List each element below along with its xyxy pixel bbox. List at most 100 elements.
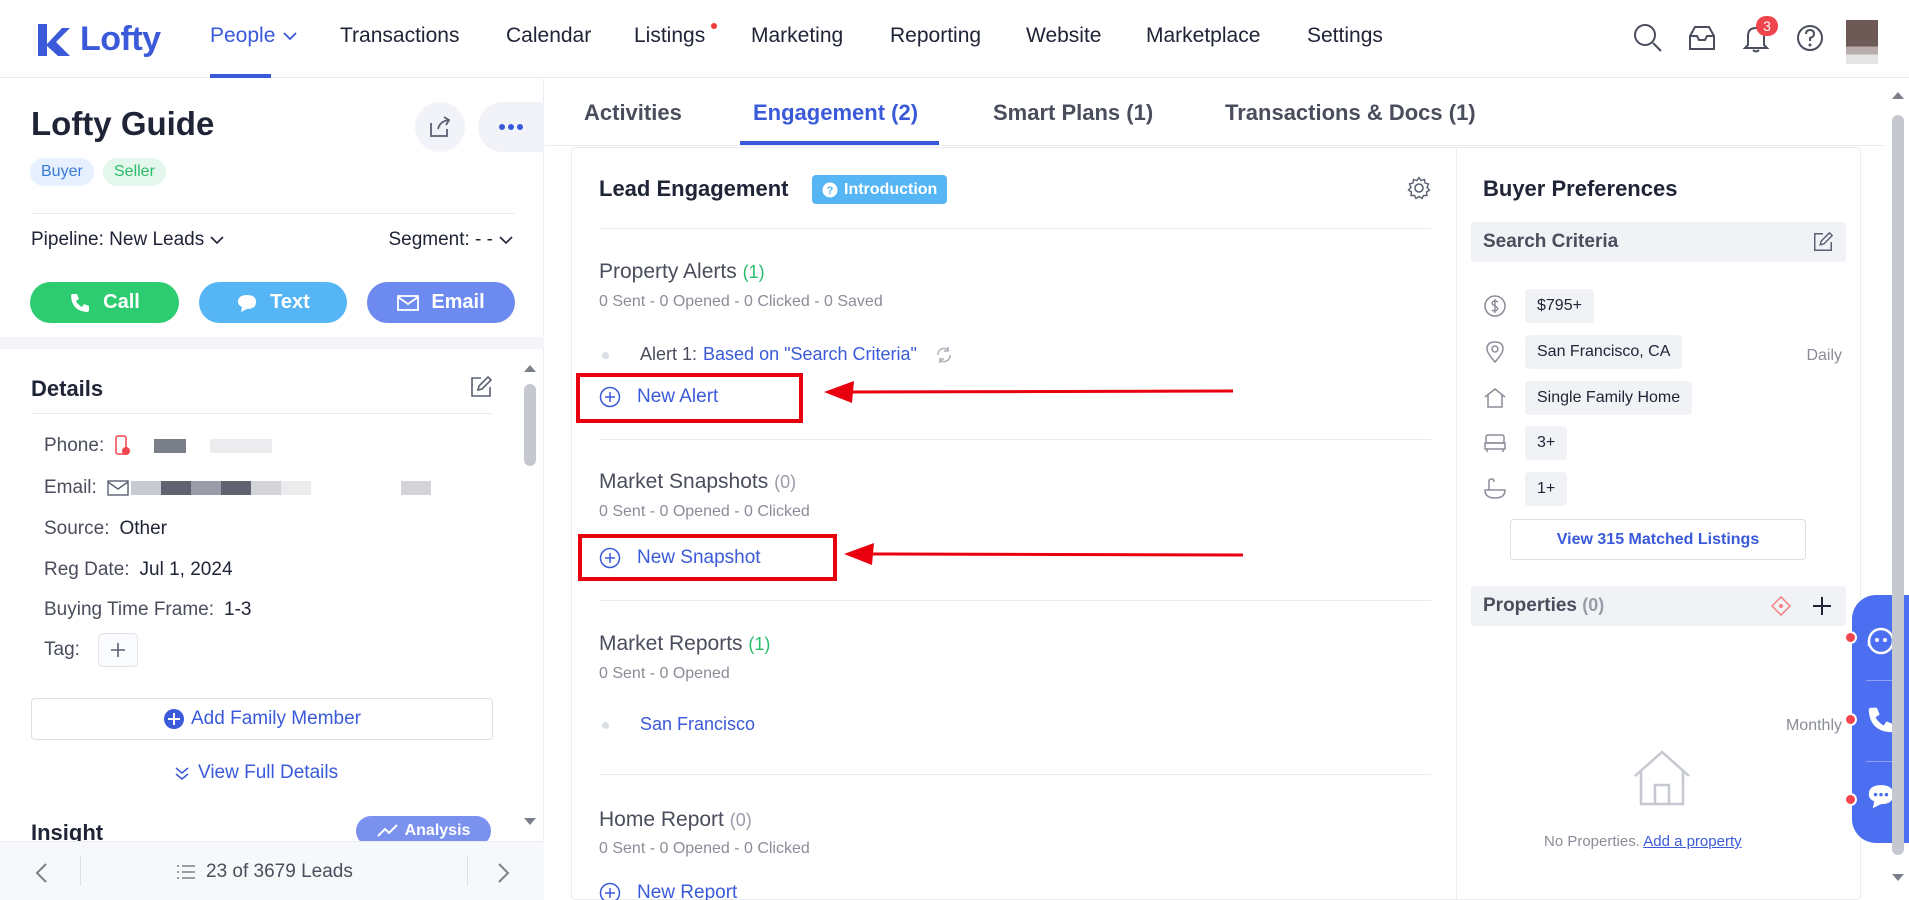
introduction-badge[interactable]: ? Introduction [812,175,948,204]
annotation-highlight-box [576,373,803,423]
section-gap [0,337,544,349]
properties-title: Properties (0) [1483,595,1604,617]
view-matched-listings-button[interactable]: View 315 Matched Listings [1510,519,1806,560]
search-icon[interactable] [1632,22,1664,54]
chevron-down-icon [283,32,298,41]
divider [80,856,81,886]
segment-select[interactable]: Segment: - - [388,229,513,251]
source-label: Source: [44,518,110,539]
tab-smart-plans[interactable]: Smart Plans (1) [993,100,1153,126]
lead-pager: 23 of 3679 Leads [0,841,544,900]
market-report-link[interactable]: San Francisco [640,714,755,735]
scroll-down-arrow-icon[interactable] [523,817,537,827]
left-scrollbar-thumb[interactable] [524,384,536,466]
next-lead-icon[interactable] [497,862,511,884]
email-redacted [250,481,281,495]
more-icon [499,124,523,130]
plus-icon[interactable] [1811,595,1833,617]
list-icon [177,865,195,879]
main-scrollbar-thumb[interactable] [1892,115,1904,855]
share-icon [430,116,451,137]
scroll-up-arrow-icon[interactable] [523,363,537,373]
lead-detail-panel: Lofty Guide Buyer Seller Pipeline: New L… [0,79,544,900]
add-property-link[interactable]: Add a property [1643,833,1741,850]
top-nav: Lofty People Transactions Calendar Listi… [0,0,1909,78]
sync-icon [937,346,951,363]
nav-people[interactable]: People [210,24,298,48]
phone-label: Phone: [44,435,105,456]
tag-row: Tag: [44,633,138,667]
nav-listings[interactable]: Listings [634,24,705,48]
tag-label: Tag: [44,639,80,660]
plus-circle-icon [599,882,621,900]
divider [31,413,493,414]
listings-new-dot [711,23,717,29]
notification-badge: 3 [1756,16,1778,36]
criteria-price-value: $795+ [1525,289,1594,323]
plus-icon [110,643,125,657]
divider [599,439,1431,440]
property-alerts-title: Property Alerts (1) [599,260,765,284]
edit-icon[interactable] [469,375,493,399]
nav-website[interactable]: Website [1026,24,1101,48]
help-icon[interactable] [1794,22,1826,54]
divider [599,774,1431,775]
criteria-beds-value: 3+ [1525,426,1568,460]
email-redacted [190,481,221,495]
nav-calendar[interactable]: Calendar [506,24,591,48]
new-report-button[interactable]: New Report [599,882,737,900]
annotation-arrow [824,381,1234,403]
status-dot [1844,631,1857,644]
inbox-icon[interactable] [1686,22,1718,54]
nav-transactions[interactable]: Transactions [340,24,459,48]
edit-icon[interactable] [1812,231,1834,253]
email-redacted [160,481,191,495]
add-family-member-button[interactable]: Add Family Member [31,698,493,740]
add-tag-button[interactable] [97,633,138,667]
share-button[interactable] [415,102,465,152]
property-alerts-stats: 0 Sent - 0 Opened - 0 Clicked - 0 Saved [599,293,883,310]
market-reports-label: Market Reports [599,632,743,655]
alert-link[interactable]: Based on "Search Criteria" [703,344,917,365]
email-label: Email: [44,477,97,498]
nav-settings[interactable]: Settings [1307,24,1383,48]
market-snapshots-stats: 0 Sent - 0 Opened - 0 Clicked [599,503,810,520]
home-report-count: (0) [729,810,752,830]
properties-label: Properties [1483,595,1577,616]
new-report-label: New Report [637,882,738,900]
more-button[interactable] [478,102,544,152]
email-button[interactable]: Email [367,282,515,323]
nav-people-label: People [210,24,276,47]
alert-prefix: Alert 1: [640,344,698,364]
call-label: Call [103,291,140,313]
nav-marketplace[interactable]: Marketplace [1146,24,1260,48]
tab-engagement[interactable]: Engagement (2) [753,100,918,126]
nav-marketing[interactable]: Marketing [751,24,843,48]
tag-diamond-icon[interactable] [1771,596,1791,616]
tag-seller: Seller [103,158,166,186]
text-button[interactable]: Text [199,282,347,323]
tab-activities[interactable]: Activities [584,100,682,126]
criteria-baths-value: 1+ [1525,472,1568,506]
bullet [602,352,609,359]
logo[interactable]: Lofty [36,20,161,59]
market-report-item[interactable]: San Francisco [640,714,755,735]
view-full-details-link[interactable]: View Full Details [174,762,338,784]
home-report-label: Home Report [599,808,724,831]
mail-icon [107,480,129,496]
user-avatar[interactable] [1846,20,1878,64]
alert-item[interactable]: Alert 1: Based on "Search Criteria" [640,344,953,365]
call-button[interactable]: Call [30,282,179,323]
scroll-up-arrow-icon[interactable] [1891,90,1905,100]
market-report-frequency: Monthly [1785,717,1842,734]
scroll-down-arrow-icon[interactable] [1891,873,1905,883]
lead-list-button[interactable]: 23 of 3679 Leads [176,861,353,883]
email-redacted [400,481,431,495]
tab-transactions-docs[interactable]: Transactions & Docs (1) [1225,100,1476,126]
pipeline-select[interactable]: Pipeline: New Leads [31,229,224,251]
gear-icon[interactable] [1407,176,1431,200]
phone-icon [71,293,90,312]
nav-reporting[interactable]: Reporting [890,24,981,48]
prev-lead-icon[interactable] [34,862,48,884]
lofty-logo-icon [38,23,70,56]
